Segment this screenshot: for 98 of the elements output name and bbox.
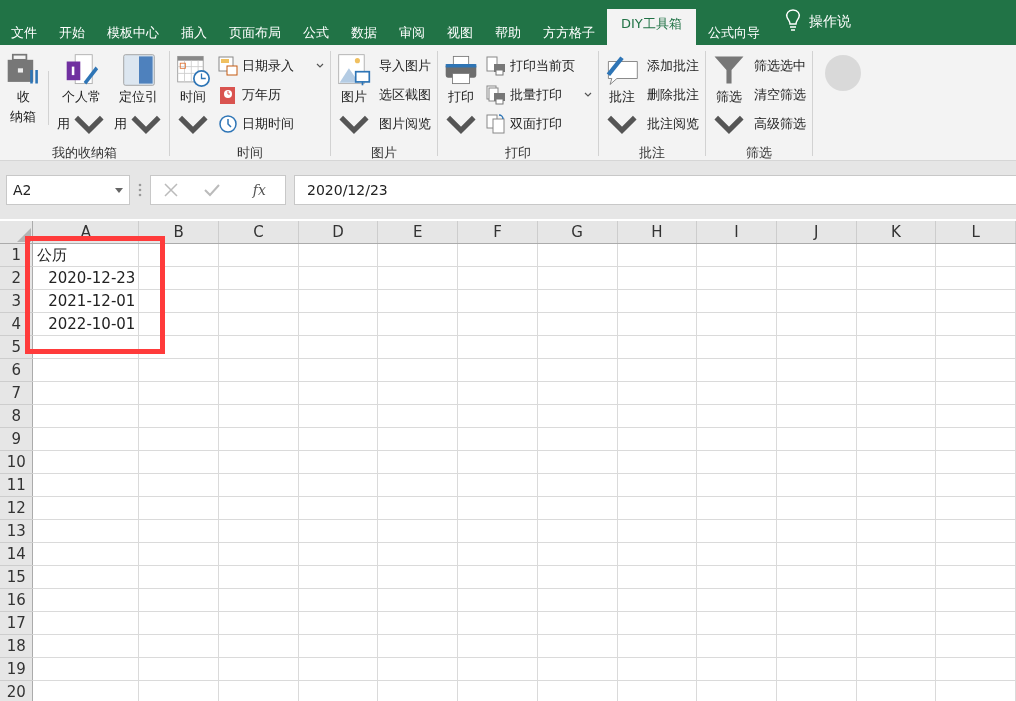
formula-input[interactable]: 2020/12/23 bbox=[294, 175, 1016, 205]
duplex-pages-icon bbox=[486, 113, 506, 134]
group-label: 打印 bbox=[504, 144, 532, 160]
split-panel-icon bbox=[121, 53, 156, 87]
ribbon-button[interactable]: 添加批注 bbox=[645, 51, 701, 80]
notebook-pencil-icon bbox=[64, 53, 99, 87]
name-box[interactable]: A2 bbox=[6, 175, 130, 205]
ribbon-button[interactable]: 清空筛选 bbox=[752, 80, 808, 109]
ribbon-tab[interactable]: 文件 bbox=[1, 21, 47, 45]
group-label: 图片 bbox=[370, 144, 398, 160]
corner-triangle-icon bbox=[17, 228, 31, 242]
briefcase-icon bbox=[6, 53, 40, 87]
ribbon-button[interactable]: 双面打印 bbox=[484, 109, 594, 138]
column-header[interactable]: G bbox=[537, 221, 617, 244]
column-header[interactable]: F bbox=[457, 221, 538, 244]
ribbon-button[interactable]: 打印当前页 bbox=[484, 51, 594, 80]
ribbon-tab[interactable]: 公式向导 bbox=[697, 21, 770, 45]
ribbon-button[interactable]: 删除批注 bbox=[645, 80, 701, 109]
row-header[interactable]: 18 bbox=[0, 634, 33, 658]
checkmark-icon bbox=[204, 183, 221, 197]
column-header[interactable]: H bbox=[617, 221, 697, 244]
ribbon-button[interactable]: 时间 bbox=[174, 51, 212, 143]
ribbon-button[interactable]: 批注阅览 bbox=[645, 109, 701, 138]
ribbon-button[interactable]: 筛选 bbox=[710, 51, 748, 143]
tell-me-text[interactable]: 操作说 bbox=[808, 9, 851, 33]
ribbon-button[interactable]: 筛选选中 bbox=[752, 51, 808, 80]
ribbon-button[interactable]: 日期时间 bbox=[216, 109, 326, 138]
ribbon-button[interactable]: 图片阅览 bbox=[377, 109, 433, 138]
row-header[interactable]: 17 bbox=[0, 611, 33, 635]
row-header[interactable]: 10 bbox=[0, 450, 33, 474]
ribbon-tab[interactable]: 视图 bbox=[437, 21, 483, 45]
ribbon-button[interactable]: 收 纳箱 bbox=[4, 51, 42, 143]
row-header[interactable]: 12 bbox=[0, 496, 33, 520]
ribbon-button[interactable]: 高级筛选 bbox=[752, 109, 808, 138]
funnel-icon bbox=[712, 53, 746, 87]
ribbon-button[interactable]: 打印 bbox=[442, 51, 480, 143]
insert-function-button[interactable]: fx bbox=[246, 181, 272, 199]
row-header[interactable]: 14 bbox=[0, 542, 33, 566]
group-label: 批注 bbox=[638, 144, 666, 160]
ribbon-tab[interactable]: 开始 bbox=[49, 21, 95, 45]
column-header[interactable]: C bbox=[218, 221, 299, 244]
ribbon-tab[interactable]: 数据 bbox=[341, 21, 387, 45]
row-header[interactable]: 15 bbox=[0, 565, 33, 589]
row-header[interactable]: 9 bbox=[0, 427, 33, 451]
column-header[interactable]: D bbox=[298, 221, 378, 244]
table-cell: 2021-12-01 bbox=[33, 289, 139, 313]
column-header[interactable]: J bbox=[776, 221, 856, 244]
ribbon-button[interactable]: 定位引 用 bbox=[112, 51, 165, 143]
ribbon-tab[interactable]: 页面布局 bbox=[219, 21, 291, 45]
printer-icon bbox=[444, 53, 478, 87]
row-header[interactable]: 16 bbox=[0, 588, 33, 612]
ribbon-button[interactable]: 批量打印 bbox=[484, 80, 594, 109]
column-header[interactable]: I bbox=[696, 221, 777, 244]
grip-icon bbox=[138, 183, 142, 197]
ribbon-tab[interactable]: DIY工具箱 bbox=[607, 9, 696, 45]
column-header[interactable]: B bbox=[138, 221, 219, 244]
column-header[interactable]: L bbox=[935, 221, 1016, 244]
desk-calendar-icon bbox=[218, 84, 238, 105]
ribbon-tab[interactable]: 插入 bbox=[171, 21, 217, 45]
row-header[interactable]: 11 bbox=[0, 473, 33, 497]
row-header[interactable]: 20 bbox=[0, 680, 33, 701]
picture-monitor-icon bbox=[337, 53, 371, 87]
table-cell: 2022-10-01 bbox=[33, 312, 139, 336]
ribbon-button[interactable]: 选区截图 bbox=[377, 80, 433, 109]
ribbon-tab[interactable]: 公式 bbox=[293, 21, 339, 45]
ribbon-button[interactable]: 批注 bbox=[603, 51, 641, 143]
ribbon-button[interactable]: 万年历 bbox=[216, 80, 326, 109]
row-header[interactable]: 8 bbox=[0, 404, 33, 428]
ribbon-tab[interactable]: 方方格子 bbox=[533, 21, 605, 45]
table-cell: 公历 bbox=[33, 243, 139, 267]
column-header[interactable]: K bbox=[856, 221, 936, 244]
row-header[interactable]: 6 bbox=[0, 358, 33, 382]
ribbon-tab[interactable]: 模板中心 bbox=[97, 21, 169, 45]
group-label: 时间 bbox=[236, 144, 264, 160]
ribbon-tab[interactable]: 帮助 bbox=[485, 21, 531, 45]
ribbon-button[interactable]: 日期录入 bbox=[216, 51, 326, 80]
ribbon-button[interactable]: 个人常 用 bbox=[55, 51, 108, 143]
group-label: 我的收纳箱 bbox=[51, 144, 118, 160]
row-header[interactable]: 13 bbox=[0, 519, 33, 543]
caret-icon bbox=[584, 92, 592, 97]
ribbon-button[interactable]: 导入图片 bbox=[377, 51, 433, 80]
caret-icon bbox=[316, 63, 324, 68]
group-label: 筛选 bbox=[745, 144, 773, 160]
clock-icon bbox=[218, 113, 238, 134]
print-page-icon bbox=[486, 55, 506, 76]
calendar-clock-icon bbox=[176, 53, 210, 87]
select-all-corner[interactable] bbox=[0, 221, 33, 244]
calendar-icon bbox=[218, 55, 238, 76]
row-header[interactable]: 7 bbox=[0, 381, 33, 405]
ribbon-tab[interactable]: 审阅 bbox=[389, 21, 435, 45]
ribbon-button[interactable]: 图片 bbox=[335, 51, 373, 143]
dropdown-arrow-icon bbox=[115, 187, 123, 193]
column-header[interactable]: E bbox=[377, 221, 458, 244]
lightbulb-icon bbox=[784, 9, 801, 33]
close-icon bbox=[164, 183, 179, 197]
table-cell: 2020-12-23 bbox=[33, 266, 139, 290]
row-header[interactable]: 19 bbox=[0, 657, 33, 681]
print-pages-icon bbox=[486, 84, 506, 105]
